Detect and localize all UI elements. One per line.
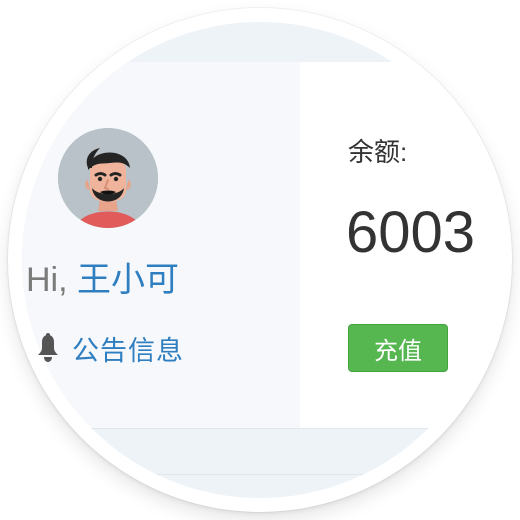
greeting-prefix: Hi, — [26, 261, 77, 299]
user-name[interactable]: 王小可 — [77, 261, 179, 299]
notice-link[interactable]: 公告信息 — [34, 330, 184, 366]
user-avatar-illustration — [58, 128, 158, 228]
bottom-divider — [22, 474, 498, 475]
recharge-button[interactable]: 充值 — [348, 324, 448, 372]
balance-label: 余额: — [348, 137, 408, 167]
balance-value: 6003 — [346, 200, 476, 265]
user-panel — [22, 62, 301, 428]
avatar[interactable] — [58, 128, 158, 228]
bottom-band — [22, 428, 498, 498]
top-band — [22, 22, 498, 63]
greeting: Hi, 王小可 — [26, 260, 179, 300]
notice-label[interactable]: 公告信息 — [72, 329, 184, 368]
bell-icon — [34, 333, 62, 363]
circular-card-frame: Hi, 王小可 公告信息 余额: 6003 充值 — [8, 8, 512, 512]
